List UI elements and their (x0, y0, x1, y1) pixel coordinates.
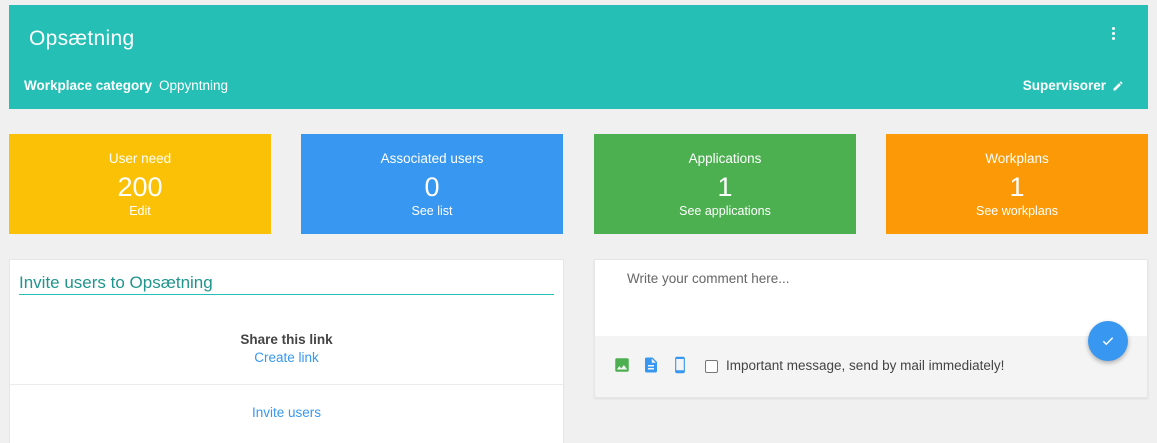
important-label: Important message, send by mail immediat… (726, 358, 1005, 373)
edit-link[interactable]: Edit (9, 204, 271, 218)
supervisors-button[interactable]: Supervisorer (1023, 78, 1124, 93)
submit-comment-button[interactable] (1088, 321, 1128, 361)
image-icon[interactable] (613, 356, 631, 374)
invite-users-link[interactable]: Invite users (10, 405, 563, 420)
card-applications: Applications 1 See applications (594, 134, 856, 234)
comment-panel: Important message, send by mail immediat… (594, 259, 1148, 398)
invite-panel: Invite users to Opsætning Share this lin… (9, 259, 564, 443)
see-applications-link[interactable]: See applications (594, 204, 856, 218)
card-label: User need (108, 151, 172, 166)
card-label: Applications (688, 151, 762, 166)
card-label: Associated users (380, 151, 484, 166)
card-value: 200 (117, 172, 163, 202)
card-user-need: User need 200 Edit (9, 134, 271, 234)
create-link[interactable]: Create link (10, 350, 563, 365)
card-label: Workplans (985, 151, 1049, 166)
card-workplans: Workplans 1 See workplans (886, 134, 1148, 234)
document-icon[interactable] (642, 356, 660, 374)
workplace-category-label: Workplace category (24, 78, 153, 93)
important-checkbox[interactable] (705, 360, 718, 373)
share-link-label: Share this link (240, 332, 333, 347)
card-associated-users: Associated users 0 See list (301, 134, 563, 234)
workplace-category-value: Oppyntning (159, 78, 229, 93)
card-value: 1 (1009, 172, 1025, 202)
card-value: 1 (717, 172, 733, 202)
supervisors-label: Supervisorer (1022, 78, 1106, 93)
pencil-icon (1113, 80, 1123, 90)
mobile-icon[interactable] (671, 356, 689, 374)
page-header: Opsætning Workplace category Oppyntning … (9, 5, 1148, 109)
invite-title: Invite users to Opsætning (19, 273, 554, 295)
see-workplans-link[interactable]: See workplans (886, 204, 1148, 218)
page-title: Opsætning (29, 27, 135, 50)
divider (10, 384, 563, 385)
check-icon (1102, 337, 1114, 346)
card-value: 0 (424, 172, 440, 202)
see-list-link[interactable]: See list (301, 204, 563, 218)
comment-toolbar: Important message, send by mail immediat… (595, 336, 1147, 397)
more-options-icon[interactable] (1106, 27, 1120, 43)
comment-input[interactable] (595, 260, 1147, 336)
